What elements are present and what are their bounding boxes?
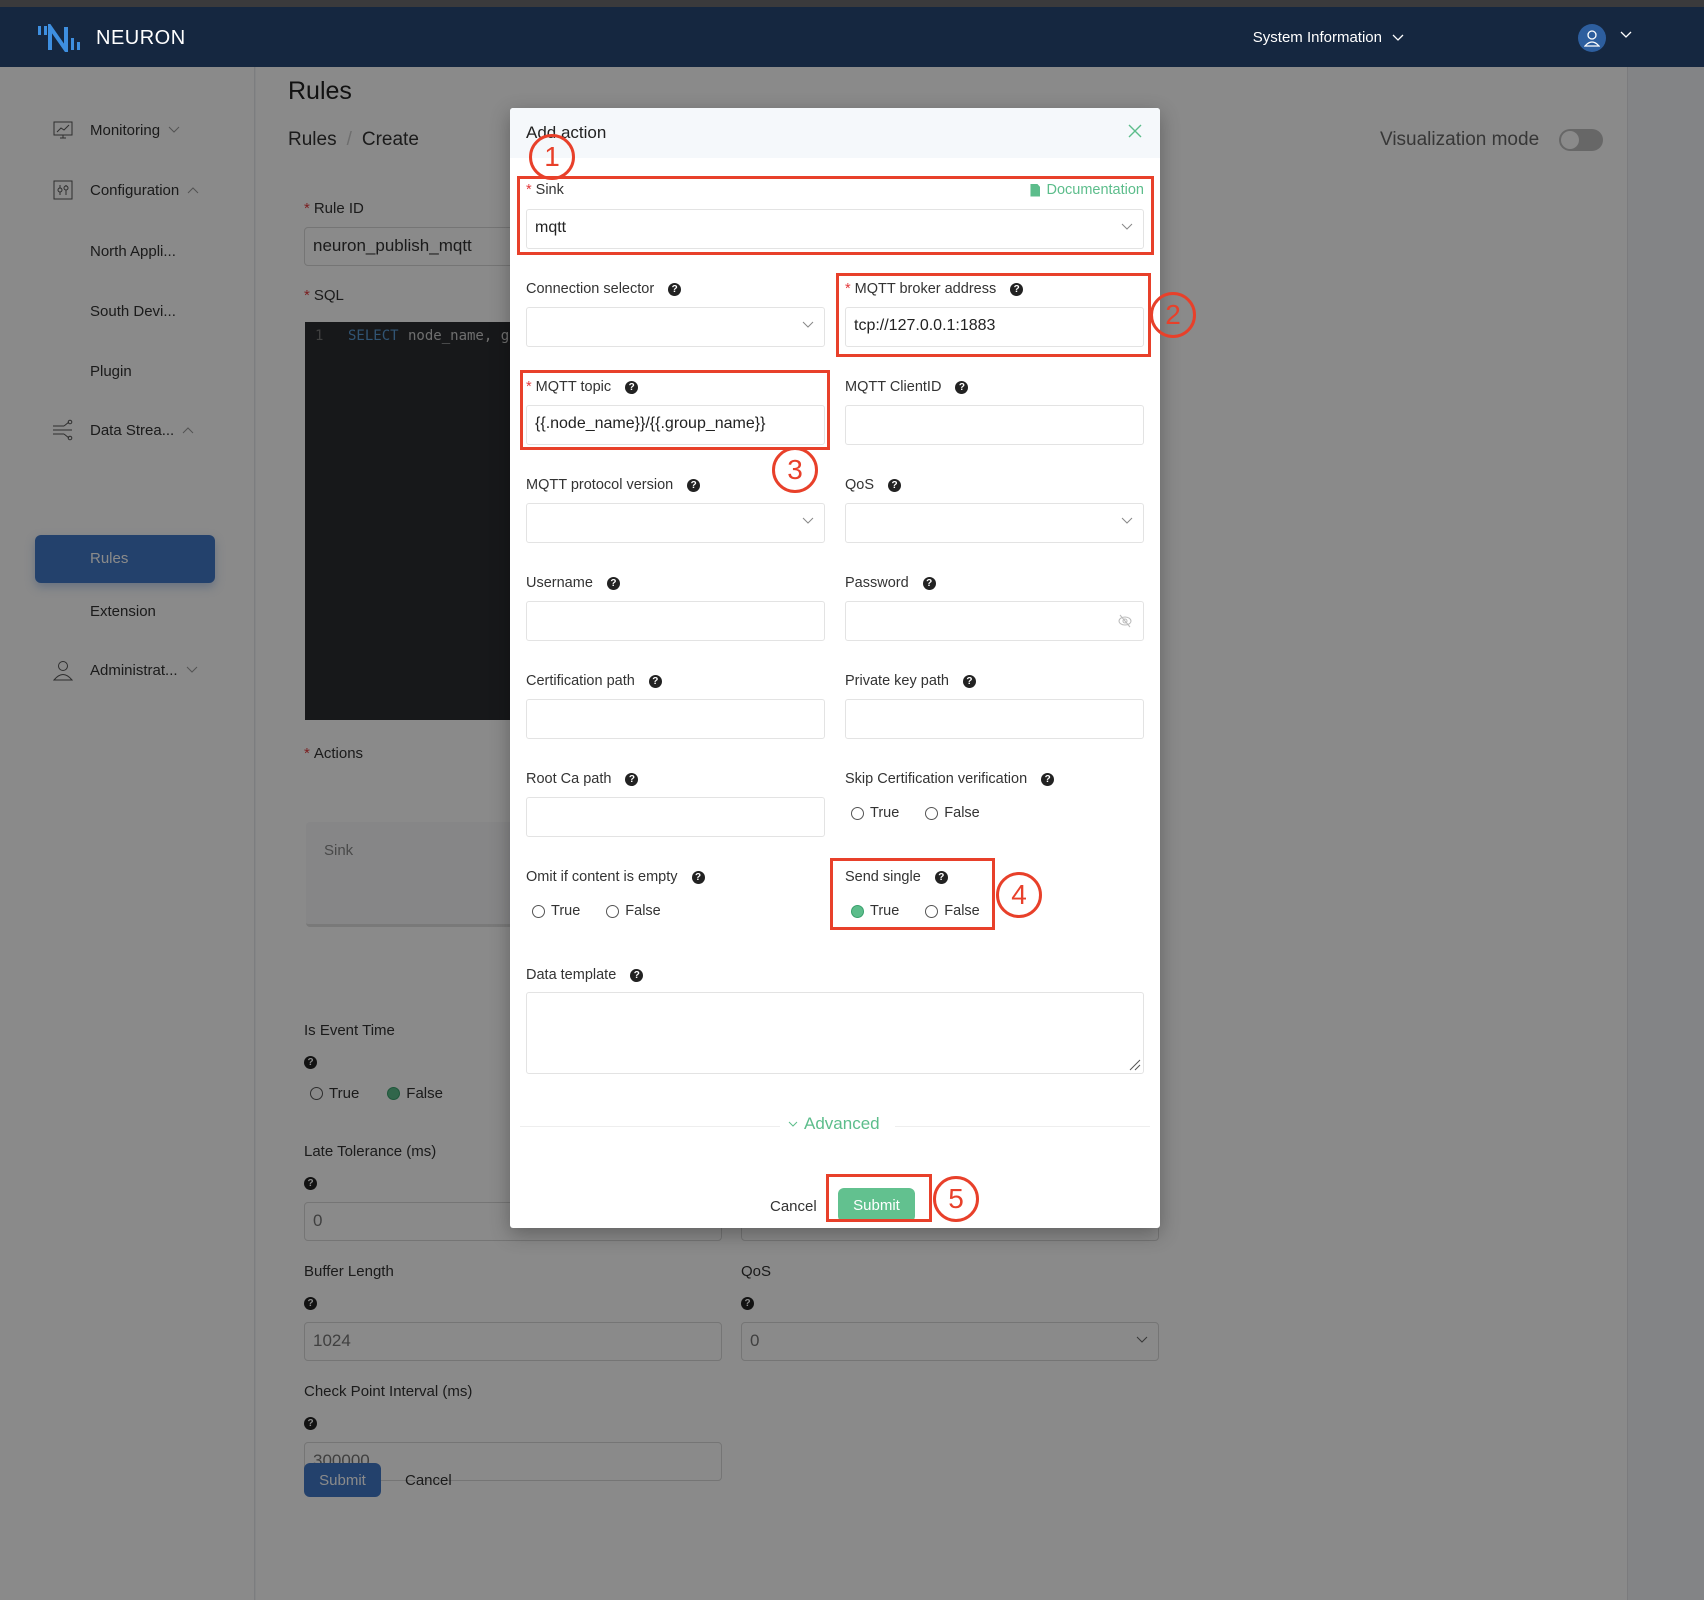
help-icon[interactable]: ? xyxy=(625,772,639,786)
window-top-strip xyxy=(0,0,1704,7)
annotation-number-5: 5 xyxy=(933,1176,979,1222)
modal-header: Add action xyxy=(510,108,1160,158)
divider xyxy=(895,1126,1150,1127)
annotation-box-send-single xyxy=(830,858,995,930)
user-icon xyxy=(1584,30,1600,47)
password-input[interactable] xyxy=(845,601,1144,641)
help-icon[interactable]: ? xyxy=(955,380,969,394)
help-icon[interactable]: ? xyxy=(648,674,662,688)
advanced-label: Advanced xyxy=(804,1114,880,1133)
annotation-box-sink xyxy=(517,176,1154,255)
private-key-label: Private key path? xyxy=(845,673,976,689)
chevron-down-icon xyxy=(802,321,814,328)
chevron-down-icon xyxy=(788,1121,798,1127)
top-header: NEURON System Information xyxy=(0,7,1704,67)
data-template-textarea[interactable] xyxy=(526,992,1144,1074)
help-icon[interactable]: ? xyxy=(1041,772,1055,786)
mqtt-clientid-input[interactable] xyxy=(845,405,1144,445)
user-menu-chevron-icon[interactable] xyxy=(1620,31,1632,39)
advanced-toggle[interactable]: Advanced xyxy=(788,1114,880,1134)
cert-path-label: Certification path? xyxy=(526,673,662,689)
annotation-number-3: 3 xyxy=(772,447,818,493)
qos-select[interactable] xyxy=(845,503,1144,543)
protocol-version-label: MQTT protocol version? xyxy=(526,477,701,493)
annotation-number-2: 2 xyxy=(1150,292,1196,338)
connection-selector-label: Connection selector? xyxy=(526,281,682,297)
app-name: NEURON xyxy=(96,26,186,49)
help-icon[interactable]: ? xyxy=(606,576,620,590)
cert-path-input[interactable] xyxy=(526,699,825,739)
data-template-label: Data template? xyxy=(526,967,644,983)
help-icon[interactable]: ? xyxy=(922,576,936,590)
protocol-version-select[interactable] xyxy=(526,503,825,543)
app-logo[interactable]: NEURON xyxy=(36,24,186,52)
connection-selector-select[interactable] xyxy=(526,307,825,347)
skip-cert-label: Skip Certification verification? xyxy=(845,771,1055,787)
help-icon[interactable]: ? xyxy=(630,968,644,982)
chevron-down-icon xyxy=(802,517,814,524)
help-icon[interactable]: ? xyxy=(668,282,682,296)
neuron-logo-icon xyxy=(38,24,80,52)
annotation-box-topic xyxy=(520,370,830,450)
omit-empty-radio-group: True False xyxy=(532,903,661,919)
radio-true[interactable]: True xyxy=(532,903,580,919)
username-label: Username? xyxy=(526,575,620,591)
radio-false[interactable]: False xyxy=(606,903,661,919)
help-icon[interactable]: ? xyxy=(888,478,902,492)
annotation-number-4: 4 xyxy=(996,872,1042,918)
chevron-down-icon xyxy=(1392,34,1404,41)
radio-true[interactable]: True xyxy=(851,805,899,821)
help-icon[interactable]: ? xyxy=(687,478,701,492)
help-icon[interactable]: ? xyxy=(691,870,705,884)
close-icon[interactable] xyxy=(1126,122,1144,140)
help-icon[interactable]: ? xyxy=(962,674,976,688)
annotation-box-submit xyxy=(826,1174,932,1222)
skip-cert-radio-group: True False xyxy=(851,805,980,821)
private-key-input[interactable] xyxy=(845,699,1144,739)
username-input[interactable] xyxy=(526,601,825,641)
root-ca-input[interactable] xyxy=(526,797,825,837)
annotation-number-1: 1 xyxy=(529,134,575,180)
annotation-box-broker xyxy=(836,273,1151,357)
system-information-label: System Information xyxy=(1252,29,1382,46)
chevron-down-icon xyxy=(1121,517,1133,524)
password-label: Password? xyxy=(845,575,936,591)
qos-label: QoS? xyxy=(845,477,902,493)
radio-false[interactable]: False xyxy=(925,805,980,821)
user-avatar[interactable] xyxy=(1578,24,1606,52)
eye-invisible-icon[interactable] xyxy=(1117,614,1133,628)
system-information-menu[interactable]: System Information xyxy=(1253,29,1404,46)
root-ca-label: Root Ca path? xyxy=(526,771,639,787)
mqtt-clientid-label: MQTT ClientID? xyxy=(845,379,969,395)
resize-handle-icon[interactable] xyxy=(1129,1059,1141,1071)
modal-cancel-button[interactable]: Cancel xyxy=(770,1198,817,1215)
divider xyxy=(520,1126,780,1127)
omit-empty-label: Omit if content is empty? xyxy=(526,869,705,885)
